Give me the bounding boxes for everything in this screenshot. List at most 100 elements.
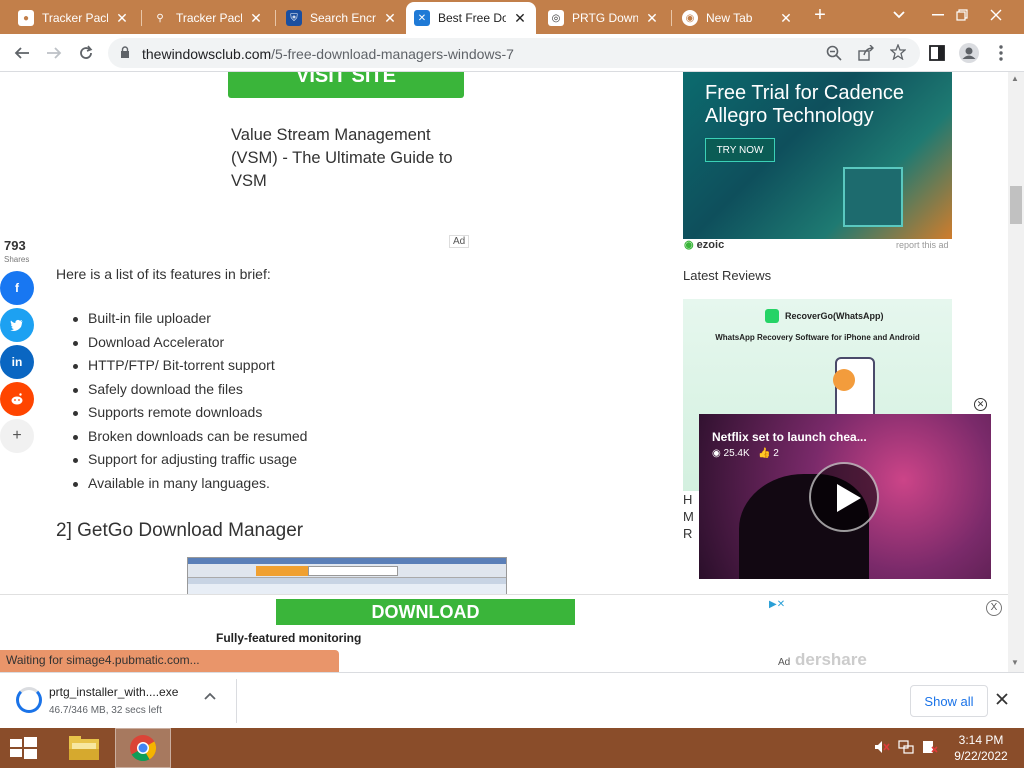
download-filename[interactable]: prtg_installer_with....exe	[49, 685, 178, 699]
profile-avatar-icon[interactable]	[955, 39, 983, 67]
ezoic-logo[interactable]: ◉ ezoic	[684, 238, 724, 251]
clock-date: 9/22/2022	[954, 749, 1008, 763]
tab-close-icon[interactable]: ✕	[248, 10, 264, 27]
menu-kebab-icon[interactable]	[987, 39, 1015, 67]
cadence-ad[interactable]: Free Trial for Cadence Allegro Technolog…	[683, 72, 952, 239]
tab-separator	[671, 10, 672, 26]
video-close-button[interactable]: ✕	[974, 398, 987, 411]
tab-search-chevron-icon[interactable]	[879, 0, 919, 30]
vsm-ad-link[interactable]: Value Stream Management (VSM) - The Ulti…	[231, 124, 471, 193]
facebook-icon: f	[15, 281, 19, 295]
download-progress-icon[interactable]	[16, 687, 42, 713]
tab-label: Tracker Pack	[176, 11, 242, 25]
adchoices-icon[interactable]: ▶✕	[769, 599, 785, 610]
download-bubble-icon	[833, 369, 855, 391]
divider	[236, 679, 237, 723]
list-item: Support for adjusting traffic usage	[72, 451, 307, 475]
network-icon[interactable]	[898, 740, 914, 757]
clock-time: 3:14 PM	[958, 733, 1004, 747]
twitter-icon	[10, 319, 23, 331]
file-explorer-icon[interactable]	[56, 728, 112, 768]
system-clock[interactable]: 3:14 PM 9/22/2022	[946, 732, 1016, 764]
back-arrow-icon[interactable]	[8, 39, 36, 67]
share-icon[interactable]	[858, 44, 874, 66]
search-icon: ⚲	[156, 12, 164, 24]
video-player[interactable]: Netflix set to launch chea... ◉ 25.4K 👍 …	[699, 414, 991, 579]
linkedin-share-button[interactable]: in	[0, 345, 34, 379]
tab-close-icon[interactable]: ✕	[644, 10, 660, 27]
start-windows-icon[interactable]	[8, 736, 38, 760]
url-path: /5-free-download-managers-windows-7	[271, 46, 514, 62]
shares-count: 793	[4, 238, 26, 253]
web-page: VISIT SITE Value Stream Management (VSM)…	[0, 72, 1024, 672]
circuit-chip-image	[843, 167, 903, 227]
scrollbar-thumb[interactable]	[1010, 186, 1022, 224]
page-scrollbar[interactable]	[1008, 72, 1024, 672]
tab-close-icon[interactable]: ✕	[114, 10, 130, 27]
tab-search-encry[interactable]: ⛨ Search Encry ✕	[278, 4, 406, 32]
tab-close-icon[interactable]: ✕	[512, 10, 528, 27]
address-bar[interactable]: thewindowsclub.com/5-free-download-manag…	[108, 38, 920, 68]
download-status: 46.7/346 MB, 32 secs left	[49, 705, 162, 716]
tab-new-tab[interactable]: ◉ New Tab ✕	[674, 4, 802, 32]
review-subtitle: WhatsApp Recovery Software for iPhone an…	[715, 333, 920, 342]
action-center-icon[interactable]	[922, 740, 938, 757]
speaker-muted-icon[interactable]	[874, 740, 890, 757]
bookmark-star-icon[interactable]	[889, 43, 907, 65]
tab-best-free-do[interactable]: ✕ Best Free Do ✕	[406, 2, 536, 34]
visit-site-button[interactable]: VISIT SITE	[228, 72, 464, 98]
ad-close-button[interactable]: X	[986, 600, 1002, 616]
show-all-button[interactable]: Show all	[910, 685, 988, 717]
url-text[interactable]: thewindowsclub.com/5-free-download-manag…	[142, 46, 514, 62]
ezoic-label: ezoic	[696, 239, 725, 251]
twitter-share-button[interactable]	[0, 308, 34, 342]
list-item: HTTP/FTP/ Bit-torrent support	[72, 357, 307, 381]
list-item: Available in many languages.	[72, 475, 307, 499]
features-intro: Here is a list of its features in brief:	[56, 266, 271, 282]
ad-title: Free Trial for Cadence Allegro Technolog…	[705, 82, 904, 127]
thumbs-up-icon: 👍	[758, 448, 771, 459]
list-item: Download Accelerator	[72, 334, 307, 358]
tab-close-icon[interactable]: ✕	[382, 10, 398, 27]
reload-icon[interactable]	[72, 39, 100, 67]
side-panel-icon[interactable]	[923, 39, 951, 67]
browser-toolbar: thewindowsclub.com/5-free-download-manag…	[0, 34, 1024, 72]
lock-icon[interactable]	[120, 46, 130, 64]
scroll-down-icon[interactable]: ▼	[1011, 658, 1019, 667]
chrome-taskbar-icon[interactable]	[115, 728, 171, 768]
report-ad-link[interactable]: report this ad	[896, 240, 949, 250]
video-views: 25.4K	[723, 448, 750, 459]
ad-label-bottom[interactable]: Ad	[778, 657, 790, 668]
scroll-up-icon[interactable]: ▲	[1011, 74, 1019, 83]
ad-tagline: Fully-featured monitoring	[216, 631, 362, 645]
cpanel-icon: ●	[18, 10, 34, 26]
features-list: Built-in file uploader Download Accelera…	[72, 310, 307, 499]
facebook-share-button[interactable]: f	[0, 271, 34, 305]
latest-reviews-heading: Latest Reviews	[683, 268, 772, 283]
ezoic-icon: ◉	[684, 239, 694, 251]
forward-arrow-icon[interactable]	[40, 39, 68, 67]
reddit-share-button[interactable]	[0, 382, 34, 416]
try-now-button[interactable]: TRY NOW	[705, 138, 775, 162]
getgo-screenshot-image	[187, 557, 507, 597]
windows-taskbar: 3:14 PM 9/22/2022	[0, 728, 1024, 768]
section-heading: 2] GetGo Download Manager	[56, 520, 304, 541]
more-share-button[interactable]: +	[0, 419, 34, 453]
ad-label[interactable]: Ad	[449, 235, 470, 248]
download-ad-button[interactable]: DOWNLOAD	[276, 599, 575, 625]
tab-close-icon[interactable]: ✕	[778, 10, 794, 27]
new-tab-button[interactable]: +	[800, 0, 840, 30]
tab-strip: ● Tracker Pack ✕ ⚲ Tracker Pack ✕ ⛨ Sear…	[0, 0, 1024, 34]
chrome-icon: ◉	[682, 10, 698, 26]
zoom-icon[interactable]	[826, 45, 842, 66]
video-likes: 2	[773, 448, 779, 459]
close-window-icon[interactable]	[976, 0, 1016, 30]
prtg-icon: ◎	[548, 10, 564, 26]
tab-tracker-pack-1[interactable]: ● Tracker Pack ✕	[10, 4, 138, 32]
download-chevron-up-icon[interactable]	[204, 689, 216, 703]
play-button-icon[interactable]	[809, 462, 879, 532]
tab-tracker-pack-2[interactable]: ⚲ Tracker Pack ✕	[144, 4, 272, 32]
tab-prtg-downl[interactable]: ◎ PRTG Downl ✕	[540, 4, 668, 32]
tab-separator	[275, 10, 276, 26]
close-download-bar-icon[interactable]	[996, 689, 1008, 710]
